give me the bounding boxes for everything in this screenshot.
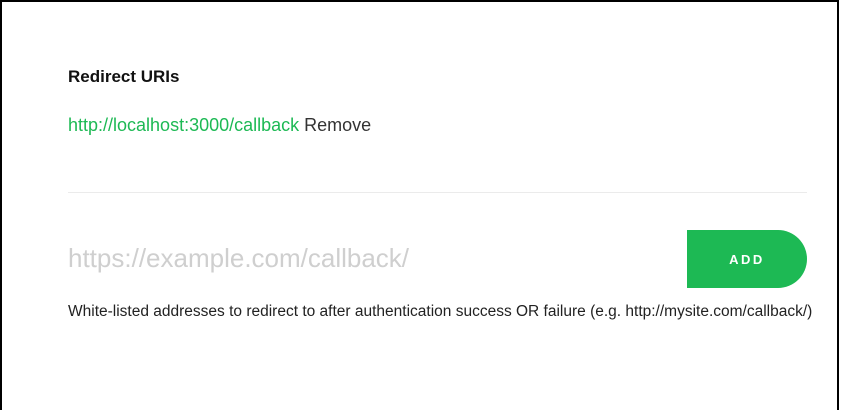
add-uri-button[interactable]: ADD bbox=[687, 230, 807, 288]
redirect-uri-item: http://localhost:3000/callback Remove bbox=[68, 113, 371, 137]
redirect-uri-input[interactable] bbox=[66, 238, 668, 278]
divider bbox=[68, 192, 807, 193]
redirect-uri-link[interactable]: http://localhost:3000/callback bbox=[68, 115, 299, 135]
help-text: White-listed addresses to redirect to af… bbox=[68, 303, 813, 320]
redirect-uris-panel: Redirect URIs http://localhost:3000/call… bbox=[0, 0, 839, 410]
remove-uri-button[interactable]: Remove bbox=[304, 115, 371, 135]
section-title: Redirect URIs bbox=[68, 67, 180, 86]
